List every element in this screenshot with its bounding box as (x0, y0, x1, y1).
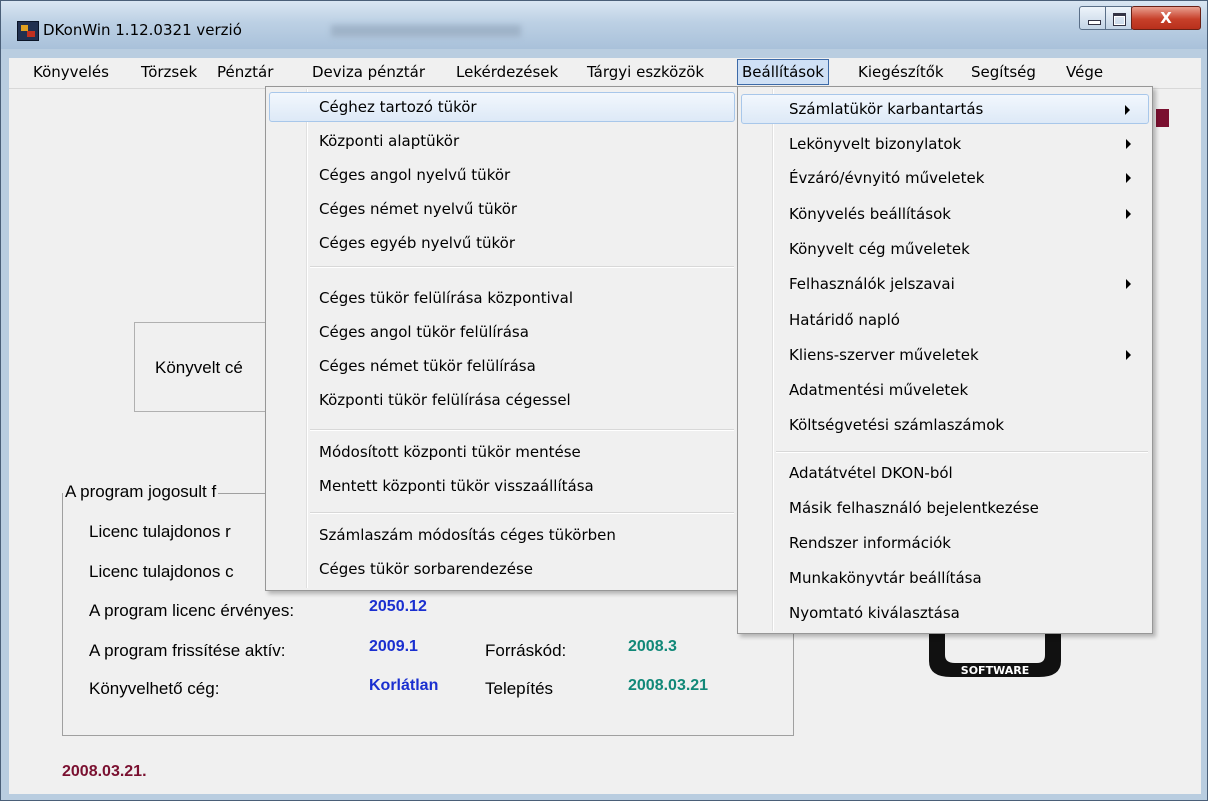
submenu-item-ceges-nemet-felulirasa[interactable]: Céges német tükör felülírása (269, 351, 735, 381)
settings-item-felhasznalok-jelszavai[interactable]: Felhasználók jelszavai (741, 269, 1149, 299)
source-value: 2008.3 (628, 638, 677, 655)
update-value: 2009.1 (369, 638, 418, 655)
settings-item-label: Nyomtató kiválasztása (789, 604, 960, 622)
settings-item-masik-felhasznalo[interactable]: Másik felhasználó bejelentkezése (741, 493, 1149, 523)
license-group-title: A program jogosult f (63, 482, 219, 502)
submenu-arrow-icon (1126, 209, 1131, 219)
minimize-icon (1088, 20, 1101, 25)
submenu-item-ceges-angol-felulirasa[interactable]: Céges angol tükör felülírása (269, 317, 735, 347)
settings-item-szamlatukor-karbantartas[interactable]: Számlatükör karbantartás (741, 94, 1149, 124)
maroon-mark (1156, 109, 1169, 127)
settings-item-kliens-szerver[interactable]: Kliens-szerver műveletek (741, 340, 1149, 370)
menu-deviza-penztar[interactable]: Deviza pénztár (312, 63, 425, 81)
company-box-text: Könyvelt cé (155, 358, 243, 377)
settings-item-label: Adatmentési műveletek (789, 381, 969, 399)
settings-item-label: Felhasználók jelszavai (789, 275, 955, 293)
settings-item-label: Évzáró/évnyitó műveletek (789, 169, 985, 187)
settings-item-label: Rendszer információk (789, 534, 951, 552)
maximize-icon (1113, 13, 1126, 26)
company-label: Könyvelhető cég: (89, 679, 220, 698)
settings-item-konyvelt-ceg-muveletek[interactable]: Könyvelt cég műveletek (741, 234, 1149, 264)
submenu-item-kozponti-alaptukor[interactable]: Központi alaptükör (269, 126, 735, 156)
menu-vege[interactable]: Vége (1066, 63, 1103, 81)
submenu-item-ceges-tukor-sorbarendezese[interactable]: Céges tükör sorbarendezése (269, 554, 735, 584)
settings-item-munkakonyvtar[interactable]: Munkakönyvtár beállítása (741, 563, 1149, 593)
company-value: Korlátlan (369, 677, 439, 694)
submenu-arrow-icon (1125, 105, 1130, 115)
menu-lekerdezesek[interactable]: Lekérdezések (456, 63, 558, 81)
submenu-separator (310, 512, 734, 514)
menu-konyveles[interactable]: Könyvelés (33, 63, 109, 81)
title-bar[interactable]: DKonWin 1.12.0321 verzió X (1, 1, 1207, 49)
minimize-button[interactable] (1079, 6, 1106, 30)
maximize-button[interactable] (1105, 6, 1132, 30)
software-logo: SOFTWARE (929, 633, 1061, 677)
submenu-item-modositott-kozponti-mentese[interactable]: Módosított központi tükör mentése (269, 437, 735, 467)
settings-item-label: Adatátvétel DKON-ból (789, 464, 953, 482)
settings-item-koltsegvetesi-szamlaszamok[interactable]: Költségvetési számlaszámok (741, 410, 1149, 440)
settings-item-label: Kliens-szerver műveletek (789, 346, 979, 364)
submenu-item-ceghez-tartozo-tukor[interactable]: Céghez tartozó tükör (269, 92, 735, 122)
settings-item-label: Másik felhasználó bejelentkezése (789, 499, 1039, 517)
close-icon: X (1160, 9, 1172, 27)
install-label: Telepítés (485, 679, 554, 698)
submenu-item-kozponti-felulirasa-cegessel[interactable]: Központi tükör felülírása cégessel (269, 385, 735, 415)
settings-item-label: Munkakönyvtár beállítása (789, 569, 982, 587)
submenu-item-ceges-egyeb-tukor[interactable]: Céges egyéb nyelvű tükör (269, 228, 735, 258)
submenu-item-szamlaszam-modositas[interactable]: Számlaszám módosítás céges tükörben (269, 520, 735, 550)
source-label: Forráskód: (485, 641, 567, 660)
submenu-separator (310, 266, 734, 268)
settings-item-hatarido-naplo[interactable]: Határidő napló (741, 305, 1149, 335)
settings-item-konyveles-beallitasok[interactable]: Könyvelés beállítások (741, 199, 1149, 229)
menu-kiegeszitok[interactable]: Kiegészítők (858, 63, 944, 81)
submenu-item-ceges-nemet-tukor[interactable]: Céges német nyelvű tükör (269, 194, 735, 224)
menu-torzsek[interactable]: Törzsek (141, 63, 197, 81)
app-icon[interactable] (17, 21, 39, 41)
chart-of-accounts-submenu: Céghez tartozó tükör Központi alaptükör … (265, 86, 739, 591)
submenu-item-ceges-felulirasa-kozpontival[interactable]: Céges tükör felülírása központival (269, 283, 735, 313)
submenu-separator (310, 429, 734, 431)
blurred-title-area (331, 25, 521, 37)
window-title: DKonWin 1.12.0321 verzió (43, 21, 242, 39)
install-value: 2008.03.21 (628, 677, 709, 694)
submenu-arrow-icon (1126, 173, 1131, 183)
owner-name-label: Licenc tulajdonos r (89, 522, 231, 541)
settings-item-nyomtato[interactable]: Nyomtató kiválasztása (741, 598, 1149, 628)
submenu-arrow-icon (1126, 350, 1131, 360)
settings-item-evzaro-evnyito[interactable]: Évzáró/évnyitó műveletek (741, 163, 1149, 193)
menu-targyi-eszkozok[interactable]: Tárgyi eszközök (587, 63, 704, 81)
license-valid-value: 2050.12 (369, 598, 427, 615)
owner-address-label: Licenc tulajdonos c (89, 562, 234, 581)
bottom-date: 2008.03.21. (62, 763, 147, 780)
settings-item-label: Számlatükör karbantartás (789, 100, 984, 118)
settings-item-label: Könyvelés beállítások (789, 205, 951, 223)
software-logo-text: SOFTWARE (961, 664, 1029, 677)
settings-menu: Számlatükör karbantartás Lekönyvelt bizo… (737, 86, 1153, 634)
settings-item-label: Könyvelt cég műveletek (789, 240, 970, 258)
submenu-item-ceges-angol-tukor[interactable]: Céges angol nyelvű tükör (269, 160, 735, 190)
settings-item-label: Határidő napló (789, 311, 900, 329)
settings-item-adatmentesi-muveletek[interactable]: Adatmentési műveletek (741, 375, 1149, 405)
submenu-arrow-icon (1126, 139, 1131, 149)
settings-item-label: Lekönyvelt bizonylatok (789, 135, 962, 153)
menu-separator (776, 451, 1148, 453)
menu-penztar[interactable]: Pénztár (217, 63, 273, 81)
menu-segitseg[interactable]: Segítség (971, 63, 1036, 81)
menu-bar: Könyvelés Törzsek Pénztár Deviza pénztár… (9, 58, 1201, 89)
close-button[interactable]: X (1131, 6, 1201, 30)
submenu-arrow-icon (1126, 279, 1131, 289)
settings-item-rendszer-informaciok[interactable]: Rendszer információk (741, 528, 1149, 558)
settings-item-lekonyvelt-bizonylatok[interactable]: Lekönyvelt bizonylatok (741, 129, 1149, 159)
menu-beallitasok[interactable]: Beállítások (737, 59, 829, 85)
license-valid-label: A program licenc érvényes: (89, 601, 295, 620)
update-label: A program frissítése aktív: (89, 641, 286, 660)
settings-item-adatatvetel-dkon[interactable]: Adatátvétel DKON-ból (741, 458, 1149, 488)
settings-item-label: Költségvetési számlaszámok (789, 416, 1005, 434)
submenu-item-mentett-kozponti-visszaallitasa[interactable]: Mentett központi tükör visszaállítása (269, 471, 735, 501)
